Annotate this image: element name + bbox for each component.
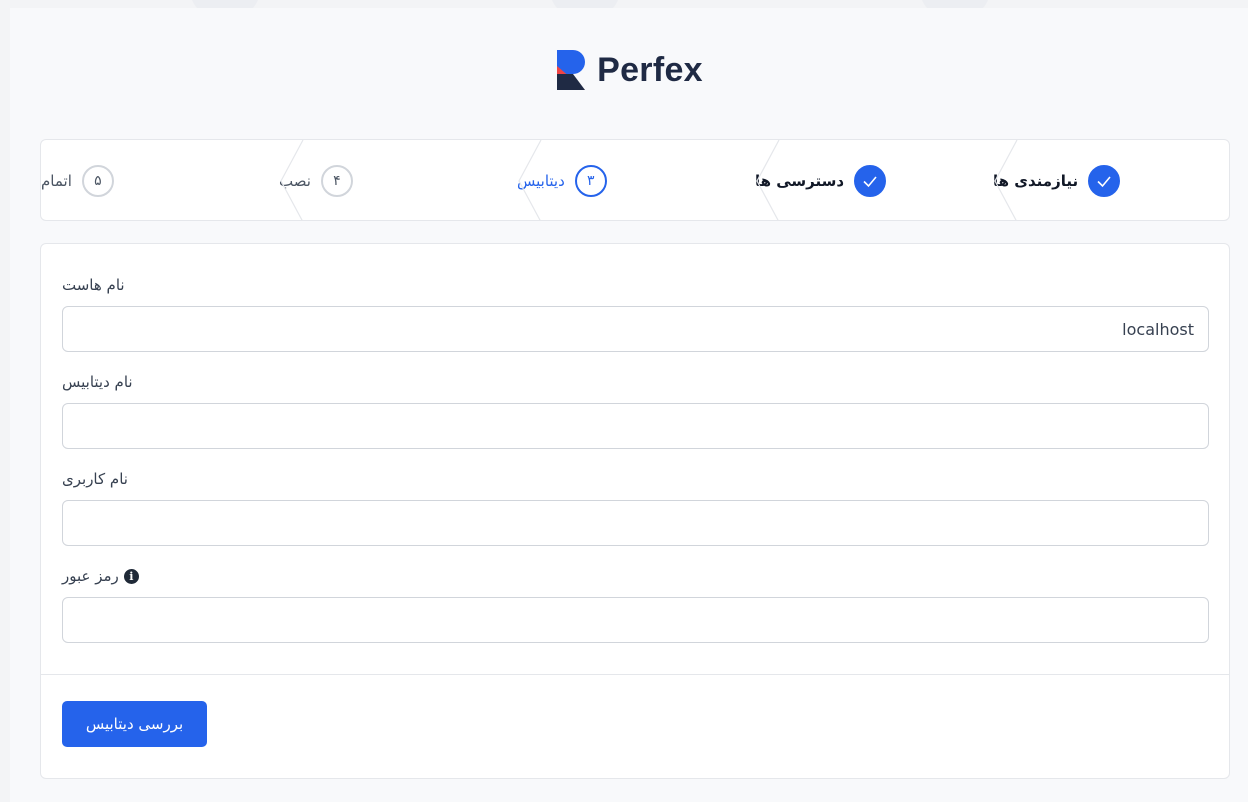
username-input[interactable]	[62, 500, 1209, 546]
check-icon	[1088, 165, 1121, 197]
step-number: ۴	[320, 165, 353, 197]
perfex-logo-icon	[557, 50, 586, 90]
username-field: نام کاربری	[62, 468, 1209, 546]
info-icon[interactable]: i	[123, 568, 139, 584]
check-database-button[interactable]: بررسی دیتابیس	[62, 701, 207, 747]
installer-page: Perfex نیازمندی ها دسترسی ها ۳ دیتابیس ۴…	[10, 8, 1248, 802]
step-database[interactable]: ۳ دیتابیس	[517, 140, 755, 220]
database-form: نام هاست نام دیتابیس نام کاربری i رمز عب…	[62, 274, 1209, 662]
username-label: نام کاربری	[62, 470, 128, 488]
brand-logo: Perfex	[10, 48, 1248, 92]
step-separator	[518, 140, 542, 220]
brand-name: Perfex	[597, 50, 703, 89]
step-requirements[interactable]: نیازمندی ها	[993, 140, 1229, 220]
database-label: نام دیتابیس	[62, 373, 133, 391]
step-install[interactable]: ۴ نصب	[279, 140, 517, 220]
password-field: i رمز عبور	[62, 565, 1209, 643]
database-form-card: نام هاست نام دیتابیس نام کاربری i رمز عب…	[40, 243, 1230, 779]
step-finish[interactable]: ۵ اتمام	[41, 140, 279, 220]
hostname-input[interactable]	[62, 306, 1209, 352]
database-field: نام دیتابیس	[62, 371, 1209, 449]
step-label: اتمام	[41, 172, 72, 190]
step-separator	[280, 140, 304, 220]
hostname-label: نام هاست	[62, 276, 125, 294]
step-separator	[756, 140, 780, 220]
install-steps: نیازمندی ها دسترسی ها ۳ دیتابیس ۴ نصب ۵ …	[40, 139, 1230, 221]
step-permissions[interactable]: دسترسی ها	[755, 140, 993, 220]
password-label: i رمز عبور	[62, 565, 1209, 587]
check-icon	[854, 165, 887, 197]
step-number: ۳	[574, 165, 607, 197]
database-input[interactable]	[62, 403, 1209, 449]
card-divider	[41, 674, 1229, 675]
hostname-field: نام هاست	[62, 274, 1209, 352]
step-separator	[994, 140, 1018, 220]
password-input[interactable]	[62, 597, 1209, 643]
step-number: ۵	[81, 165, 114, 197]
